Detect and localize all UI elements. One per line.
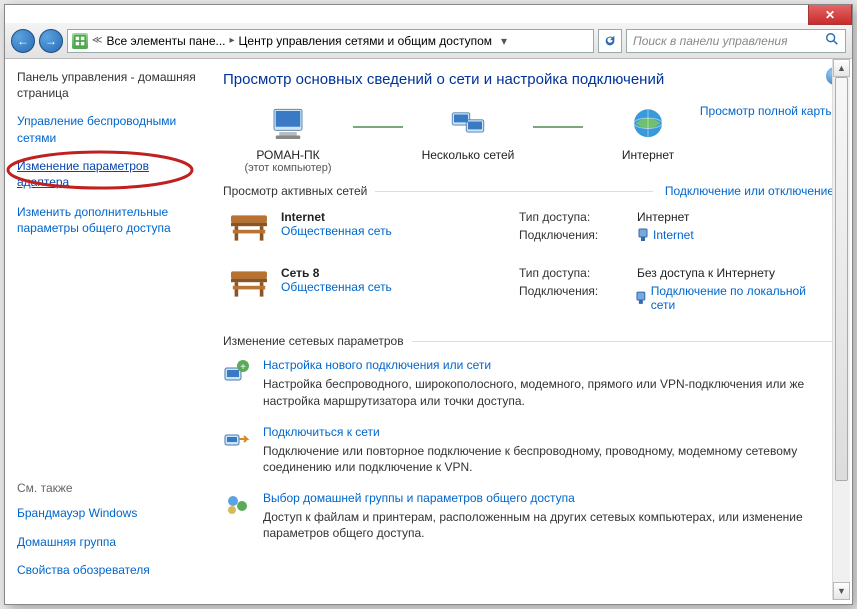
navbar: ← → ≪ Все элементы пане... ▸ Центр управ… — [5, 23, 852, 59]
refresh-button[interactable] — [598, 29, 622, 53]
net-left: Сеть 8 Общественная сеть — [227, 266, 507, 316]
sidebar-bottom: См. также Брандмауэр Windows Домашняя гр… — [17, 481, 197, 590]
sidebar-sharing-settings[interactable]: Изменить дополнительные параметры общего… — [17, 204, 197, 236]
connect-icon — [223, 425, 251, 453]
active-networks-header: Просмотр активных сетей Подключение или … — [223, 184, 834, 198]
svg-text:+: + — [240, 362, 246, 373]
network-type-link[interactable]: Общественная сеть — [281, 280, 392, 294]
node-pc-sub: (этот компьютер) — [244, 162, 331, 174]
network-map: Просмотр полной карты РОМАН-ПК (этот ком… — [223, 104, 834, 174]
connections-label: Подключения: — [519, 228, 619, 242]
task-title-link[interactable]: Выбор домашней группы и параметров общег… — [263, 491, 834, 505]
task-title-link[interactable]: Подключиться к сети — [263, 425, 834, 439]
connection-link[interactable]: Internet — [637, 228, 694, 242]
sidebar-adapter-settings[interactable]: Изменение параметров адаптера — [17, 158, 197, 190]
sidebar-home[interactable]: Панель управления - домашняя страница — [17, 69, 197, 101]
change-settings-header: Изменение сетевых параметров — [223, 334, 834, 348]
chevron-right-icon: ▸ — [230, 35, 235, 46]
connector-icon — [635, 291, 647, 305]
access-type-label: Тип доступа: — [519, 266, 619, 280]
close-button[interactable]: ✕ — [808, 5, 852, 25]
task-desc: Доступ к файлам и принтерам, расположенн… — [263, 509, 834, 541]
search-placeholder: Поиск в панели управления — [633, 34, 788, 48]
bench-icon — [227, 210, 271, 246]
crumb-sep-icon: ≪ — [92, 35, 102, 46]
node-this-pc[interactable]: РОМАН-ПК (этот компьютер) — [223, 104, 353, 174]
scrollbar[interactable]: ▲ ▼ — [832, 59, 850, 600]
scroll-up-button[interactable]: ▲ — [833, 59, 850, 77]
active-network-row: Internet Общественная сеть Тип доступа: … — [223, 200, 834, 256]
task-title-link[interactable]: Настройка нового подключения или сети — [263, 358, 834, 372]
control-panel-icon — [72, 33, 88, 49]
search-input[interactable]: Поиск в панели управления — [626, 29, 846, 53]
sidebar-firewall[interactable]: Брандмауэр Windows — [17, 505, 197, 521]
divider — [412, 341, 834, 342]
scrollbar-track[interactable] — [833, 77, 850, 582]
net-left: Internet Общественная сеть — [227, 210, 507, 246]
back-button[interactable]: ← — [11, 29, 35, 53]
forward-button[interactable]: → — [39, 29, 63, 53]
sidebar-see-also: См. также — [17, 481, 197, 495]
connection-name: Internet — [653, 228, 694, 242]
connections-label: Подключения: — [519, 284, 617, 312]
node-multi-label: Несколько сетей — [422, 148, 515, 162]
globe-icon — [627, 104, 669, 146]
node-internet-label: Интернет — [622, 148, 674, 162]
connection-link[interactable]: Подключение по локальной сети — [635, 284, 830, 312]
computer-icon — [267, 104, 309, 146]
address-bar[interactable]: ≪ Все элементы пане... ▸ Центр управлени… — [67, 29, 594, 53]
network-type-link[interactable]: Общественная сеть — [281, 224, 392, 238]
connect-disconnect-link[interactable]: Подключение или отключение — [665, 184, 834, 198]
active-networks-label: Просмотр активных сетей — [223, 184, 367, 198]
bench-icon — [227, 266, 271, 302]
task-connect-network: Подключиться к сети Подключение или повт… — [223, 425, 834, 475]
network-name: Internet — [281, 210, 392, 224]
net-right: Тип доступа: Без доступа к Интернету Под… — [519, 266, 830, 316]
window: ✕ ← → ≪ Все элементы пане... ▸ Центр упр… — [4, 4, 853, 605]
window-body: Панель управления - домашняя страница Уп… — [5, 59, 852, 604]
access-type-value: Интернет — [637, 210, 689, 224]
task-new-connection: + Настройка нового подключения или сети … — [223, 358, 834, 408]
netline-icon — [353, 126, 403, 128]
breadcrumb-1[interactable]: Все элементы пане... — [106, 34, 225, 48]
node-multiple-networks[interactable]: Несколько сетей — [403, 104, 533, 162]
sidebar-adapter-link[interactable]: Изменение параметров адаптера — [17, 159, 149, 189]
page-title: Просмотр основных сведений о сети и наст… — [223, 71, 834, 88]
sidebar-wireless[interactable]: Управление беспроводными сетями — [17, 113, 197, 145]
new-connection-icon: + — [223, 358, 251, 386]
node-internet[interactable]: Интернет — [583, 104, 713, 162]
main-panel: ? Просмотр основных сведений о сети и на… — [209, 59, 852, 604]
access-type-label: Тип доступа: — [519, 210, 619, 224]
node-pc-label: РОМАН-ПК — [256, 148, 319, 162]
net-right: Тип доступа: Интернет Подключения: Inter… — [519, 210, 830, 246]
sidebar: Панель управления - домашняя страница Уп… — [5, 59, 209, 604]
networks-icon — [447, 104, 489, 146]
task-desc: Подключение или повторное подключение к … — [263, 443, 834, 475]
homegroup-icon — [223, 491, 251, 519]
sidebar-internet-options[interactable]: Свойства обозревателя — [17, 562, 197, 578]
breadcrumb-2[interactable]: Центр управления сетями и общим доступом — [239, 34, 493, 48]
scrollbar-thumb[interactable] — [835, 77, 848, 481]
change-settings-label: Изменение сетевых параметров — [223, 334, 404, 348]
address-dropdown[interactable]: ▾ — [496, 34, 512, 48]
task-homegroup-sharing: Выбор домашней группы и параметров общег… — [223, 491, 834, 541]
view-full-map-link[interactable]: Просмотр полной карты — [700, 104, 834, 118]
access-type-value: Без доступа к Интернету — [637, 266, 775, 280]
netline-icon — [533, 126, 583, 128]
active-network-row: Сеть 8 Общественная сеть Тип доступа: Бе… — [223, 256, 834, 326]
network-name: Сеть 8 — [281, 266, 392, 280]
connection-name: Подключение по локальной сети — [651, 284, 830, 312]
divider — [375, 191, 653, 192]
search-icon[interactable] — [825, 32, 839, 49]
connector-icon — [637, 228, 649, 242]
task-desc: Настройка беспроводного, широкополосного… — [263, 376, 834, 408]
sidebar-homegroup[interactable]: Домашняя группа — [17, 534, 197, 550]
window-controls: ✕ — [808, 5, 852, 25]
scroll-down-button[interactable]: ▼ — [833, 582, 850, 600]
